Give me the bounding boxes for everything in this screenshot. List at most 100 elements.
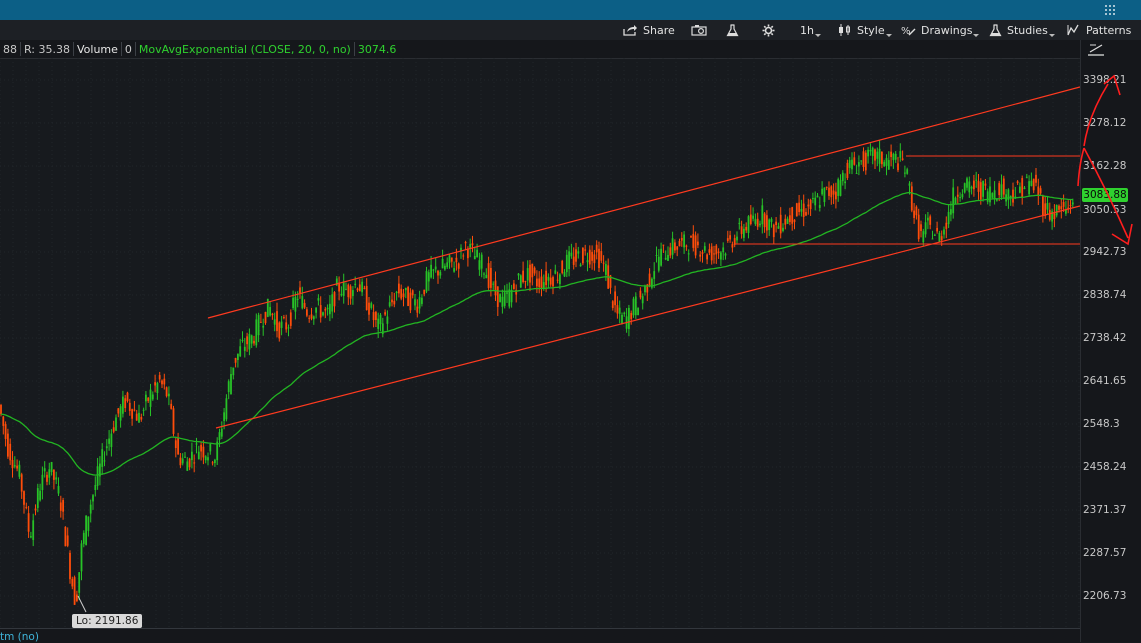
candle-body xyxy=(384,312,386,315)
candle-body xyxy=(103,460,106,462)
candle-body xyxy=(777,226,780,229)
candle-body xyxy=(680,237,683,241)
candle-body xyxy=(283,317,285,319)
share-button[interactable]: Share xyxy=(623,20,675,40)
range-label: R: 35.38 xyxy=(24,42,70,56)
candle-body xyxy=(915,206,918,216)
candle-body xyxy=(830,186,833,198)
drawings-button[interactable]: % Drawings xyxy=(901,20,981,40)
candle-body xyxy=(561,260,564,273)
timeframe-selector[interactable]: 1h xyxy=(800,20,821,40)
lower-channel-line xyxy=(215,205,1080,429)
candle-body xyxy=(301,296,304,309)
candle-body xyxy=(96,466,99,486)
candle-body xyxy=(1028,181,1030,195)
snapshot-button[interactable] xyxy=(691,20,712,40)
candle-body xyxy=(1062,202,1065,207)
candle-body xyxy=(191,451,193,461)
candle-body xyxy=(122,396,124,414)
candle-body xyxy=(404,287,407,291)
candle-body xyxy=(605,264,607,275)
candle-body xyxy=(782,227,784,231)
candle-body xyxy=(71,578,74,587)
candle-body xyxy=(986,191,989,202)
candle-body xyxy=(105,446,108,449)
candle-body xyxy=(798,202,800,213)
candle-body xyxy=(69,552,71,580)
candle-body xyxy=(577,251,580,254)
candle-body xyxy=(234,358,237,363)
candle-body xyxy=(791,207,794,224)
candle-body xyxy=(883,161,886,167)
candle-body xyxy=(379,314,382,325)
volume-label[interactable]: Volume xyxy=(74,43,121,56)
candle-body xyxy=(193,462,196,464)
candle-body xyxy=(349,286,352,299)
candle-body xyxy=(439,271,442,276)
candle-body xyxy=(841,172,844,182)
candle-body xyxy=(931,238,934,240)
patterns-button[interactable]: Patterns xyxy=(1067,20,1131,40)
candle-body xyxy=(289,312,292,326)
candle-body xyxy=(703,246,706,251)
drawing-tool-icon[interactable] xyxy=(1087,42,1105,56)
candle-body xyxy=(411,290,414,296)
candle-body xyxy=(154,382,156,386)
chart-toolbar: Share 1h Style % Drawings Studies Patter… xyxy=(0,20,1141,40)
candle-body xyxy=(333,292,336,307)
candle-body xyxy=(363,287,366,289)
candle-body xyxy=(595,244,598,253)
candle-body xyxy=(924,222,927,235)
candle-body xyxy=(598,248,600,269)
candle-body xyxy=(899,151,902,158)
candle-body xyxy=(812,198,814,200)
candle-body xyxy=(630,313,633,320)
low-marker-leader xyxy=(77,595,87,613)
candle-body xyxy=(492,283,495,285)
candle-body xyxy=(766,215,768,231)
candle-body xyxy=(959,196,961,198)
candle-body xyxy=(147,397,150,401)
candle-body xyxy=(124,398,127,409)
candle-body xyxy=(119,406,122,421)
studies-button[interactable]: Studies xyxy=(989,20,1055,40)
candle-body xyxy=(462,255,465,257)
settings-button[interactable] xyxy=(762,20,780,40)
gear-icon xyxy=(762,24,775,36)
candle-body xyxy=(80,543,83,572)
window-grip-icon[interactable] xyxy=(1105,5,1117,17)
candle-body xyxy=(871,147,874,157)
moving-average-label[interactable]: MovAvgExponential (CLOSE, 20, 0, no) xyxy=(136,43,354,56)
candle-body xyxy=(1035,174,1037,183)
candle-body xyxy=(464,242,467,244)
candle-body xyxy=(179,457,182,466)
candle-body xyxy=(262,325,265,328)
candle-body xyxy=(692,233,695,248)
candle-body xyxy=(860,160,863,162)
candle-body xyxy=(591,251,593,261)
candle-body xyxy=(593,254,596,264)
candle-body xyxy=(158,375,161,380)
candle-body xyxy=(1039,188,1042,194)
flask-icon xyxy=(726,23,739,36)
candle-body xyxy=(473,255,476,260)
price-chart[interactable] xyxy=(0,58,1080,628)
candle-body xyxy=(145,394,147,402)
candle-body xyxy=(496,286,499,307)
candle-body xyxy=(892,153,895,161)
style-button[interactable]: Style xyxy=(838,20,892,40)
candle-body xyxy=(503,292,506,306)
lower-pane-divider[interactable] xyxy=(0,628,1080,643)
candle-body xyxy=(908,183,911,186)
candle-body xyxy=(273,319,276,325)
flask-button[interactable] xyxy=(726,20,744,40)
candle-body xyxy=(519,275,522,288)
candle-body xyxy=(149,389,152,407)
candle-body xyxy=(317,298,320,301)
candle-body xyxy=(1023,187,1026,189)
candle-body xyxy=(848,160,851,168)
candle-body xyxy=(549,277,552,285)
candle-body xyxy=(66,535,69,546)
candle-body xyxy=(687,253,690,255)
candle-body xyxy=(214,459,216,464)
